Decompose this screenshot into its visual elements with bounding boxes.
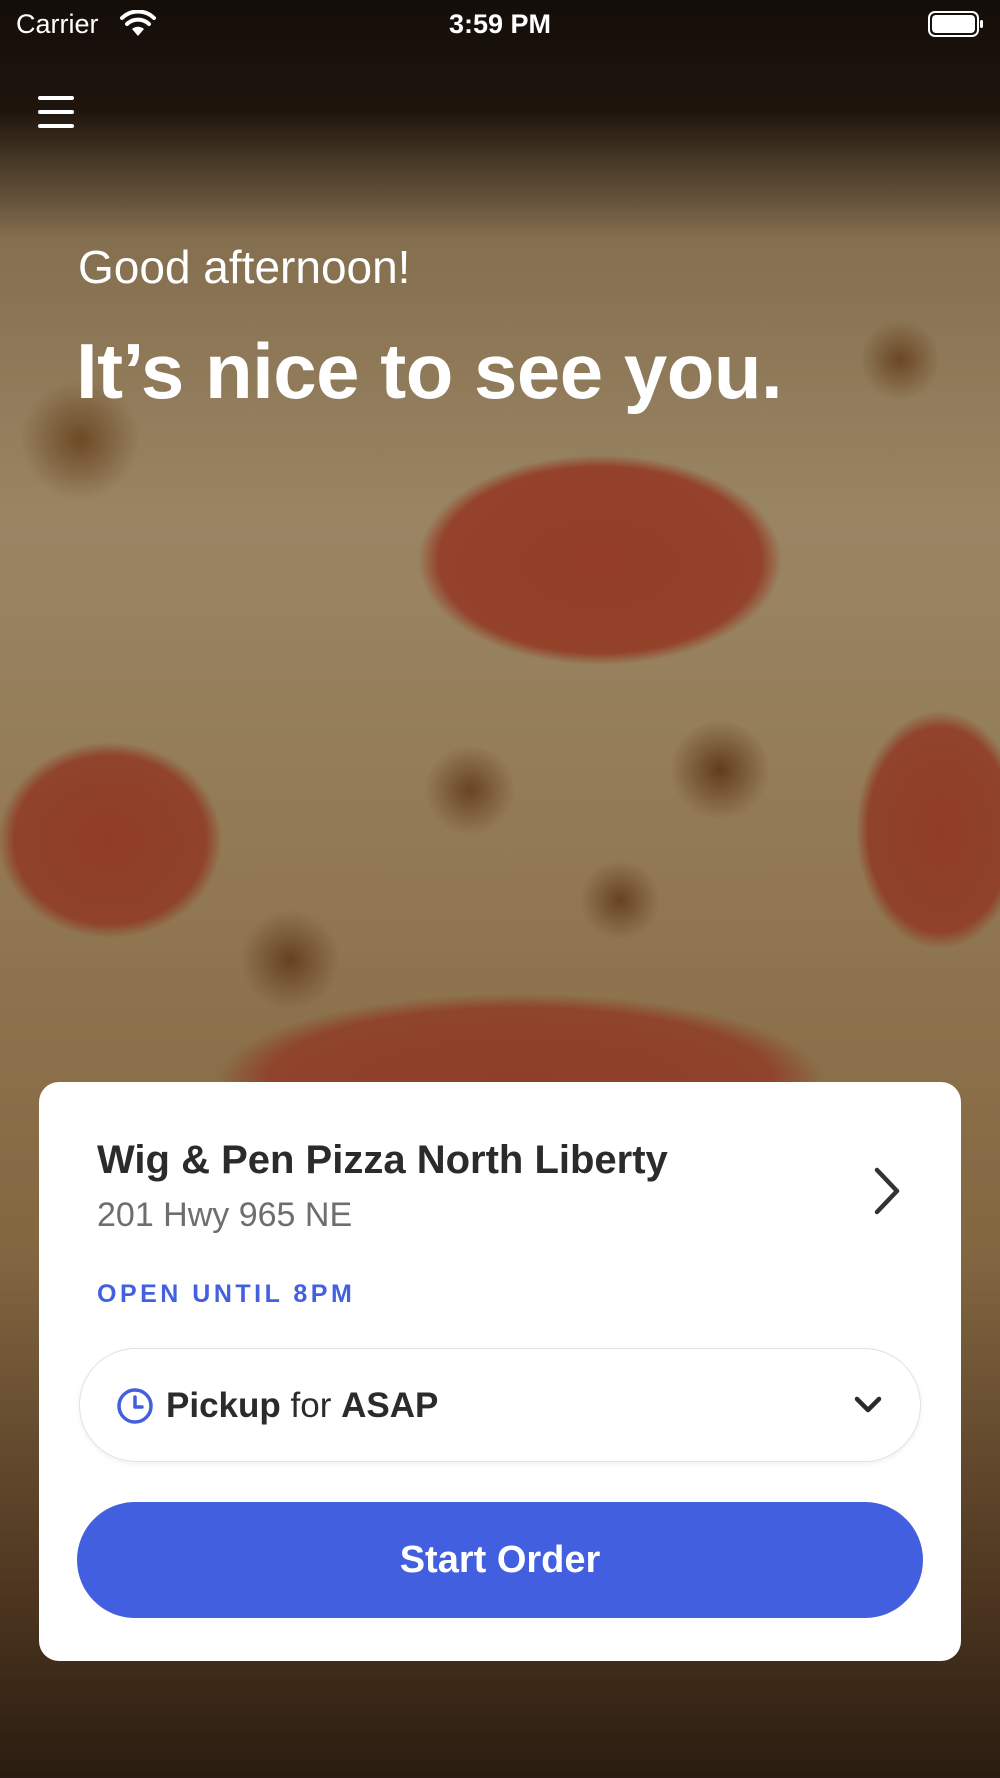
store-name: Wig & Pen Pizza North Liberty	[97, 1138, 668, 1182]
clock-icon	[117, 1388, 153, 1424]
status-time: 3:59 PM	[448, 9, 552, 39]
start-order-button[interactable]: Start Order	[77, 1502, 923, 1618]
store-details-link[interactable]: Wig & Pen Pizza North Liberty 201 Hwy 96…	[39, 1082, 961, 1272]
order-mode-text: Pickup for ASAP	[166, 1386, 438, 1426]
status-bar: Carrier 3:59 PM	[0, 0, 1000, 50]
store-card: Wig & Pen Pizza North Liberty 201 Hwy 96…	[39, 1082, 961, 1661]
order-mode-select[interactable]: Pickup for ASAP	[79, 1348, 921, 1462]
order-mode-value: Pickup	[166, 1386, 281, 1425]
greeting-text: Good afternoon!	[78, 241, 411, 293]
store-hours-badge: OPEN UNTIL 8PM	[97, 1280, 356, 1308]
order-time-value: ASAP	[341, 1386, 439, 1425]
store-address: 201 Hwy 965 NE	[97, 1196, 353, 1234]
battery-icon	[928, 11, 983, 37]
menu-icon-line	[38, 124, 74, 128]
menu-icon-line	[38, 96, 74, 100]
chevron-right-icon	[874, 1167, 900, 1215]
menu-icon[interactable]	[36, 94, 80, 134]
menu-icon-line	[38, 110, 74, 114]
order-mode-connector: for	[290, 1386, 332, 1425]
headline-text: It’s nice to see you.	[76, 327, 783, 415]
chevron-down-icon	[854, 1396, 882, 1413]
